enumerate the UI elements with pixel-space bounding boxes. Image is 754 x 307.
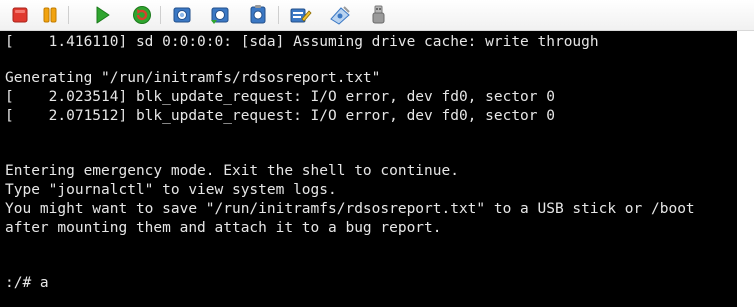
console-line: You might want to save "/run/initramfs/r… (5, 201, 695, 217)
snapshot-icon (173, 7, 191, 23)
suspend-button[interactable] (38, 4, 62, 26)
shell-prompt-line: :/# a (5, 275, 49, 291)
usb-device-icon (372, 5, 385, 24)
power-on-button[interactable] (90, 4, 114, 26)
stop-square-icon (12, 7, 28, 23)
snapshot-button[interactable] (170, 4, 194, 26)
console-line: Entering emergency mode. Exit the shell … (5, 163, 459, 179)
vm-console-screen[interactable]: [ 1.416110] sd 0:0:0:0: [sda] Assuming d… (0, 31, 737, 307)
vm-toolbar (0, 0, 754, 31)
reset-icon (133, 6, 151, 24)
toolbar-separator (278, 6, 279, 24)
toolbar-separator (68, 6, 69, 24)
revert-snapshot-button[interactable] (208, 4, 232, 26)
disconnect-device-button[interactable] (366, 4, 390, 26)
console-line: [ 2.023514] blk_update_request: I/O erro… (5, 89, 555, 105)
pause-icon (43, 7, 57, 23)
snapshot-manager-icon (250, 5, 266, 24)
vm-console-window: [ 1.416110] sd 0:0:0:0: [sda] Assuming d… (0, 0, 754, 307)
console-line: [ 1.416110] sd 0:0:0:0: [sda] Assuming d… (5, 34, 599, 50)
revert-snapshot-icon (211, 7, 229, 24)
play-icon (96, 6, 110, 24)
window-right-edge (737, 31, 754, 307)
toolbar-separator (160, 6, 161, 24)
console-line: Type "journalctl" to view system logs. (5, 182, 337, 198)
connect-device-button[interactable] (328, 4, 352, 26)
reset-button[interactable] (130, 4, 154, 26)
console-line: after mounting them and attach it to a b… (5, 220, 442, 236)
power-off-button[interactable] (8, 4, 32, 26)
console-line: Generating "/run/initramfs/rdsosreport.t… (5, 70, 381, 86)
edit-settings-icon (290, 8, 312, 23)
snapshot-manager-button[interactable] (246, 4, 270, 26)
cd-dvd-icon (330, 6, 350, 25)
console-line: [ 2.071512] blk_update_request: I/O erro… (5, 108, 555, 124)
edit-settings-button[interactable] (288, 4, 312, 26)
